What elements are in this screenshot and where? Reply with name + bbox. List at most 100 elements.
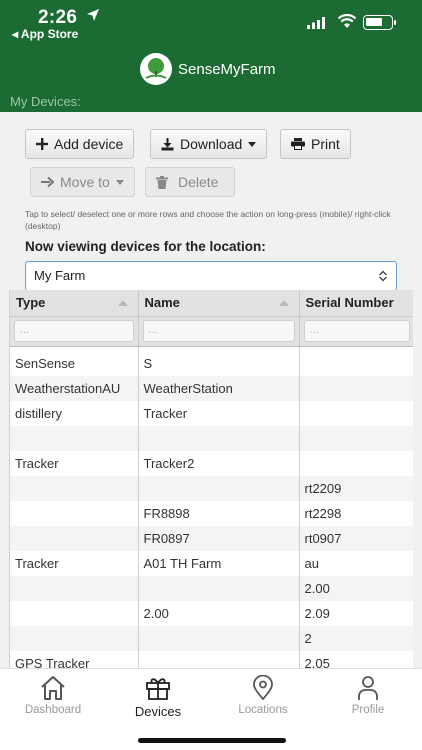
cell-type [10,626,139,651]
tab-dashboard[interactable]: Dashboard [3,675,103,716]
cell-name: WeatherStation [138,376,300,401]
cell-serial-number: rt2298 [299,501,413,526]
cell-name [138,426,300,451]
print-label: Print [311,136,340,152]
cell-name: FR8898 [138,501,300,526]
add-device-button[interactable]: Add device [25,129,135,159]
delete-button[interactable]: Delete [145,167,235,197]
download-label: Download [180,136,243,152]
devices-panel: Add device Download Print Move to Delete… [0,112,422,668]
tab-profile-label: Profile [351,704,385,716]
cell-serial-number [299,401,413,426]
print-button[interactable]: Print [280,129,351,159]
cell-type: WeatherstationAU [10,376,139,401]
printer-icon [291,138,305,150]
chevron-down-icon [115,179,124,185]
cell-serial-number: 2.09 [299,601,413,626]
home-icon [3,675,103,701]
battery-icon [363,15,396,30]
location-arrow-icon [86,8,100,27]
gift-icon [108,675,208,701]
add-device-label: Add device [54,136,124,152]
app-logo: SenseMyFarm [140,53,276,85]
cell-type: Tracker [10,551,139,576]
back-to-app-store[interactable]: ◂ App Store [12,27,78,41]
cell-type [10,601,139,626]
serial-filter-input[interactable]: ... [303,320,410,342]
location-selected-value: My Farm [34,268,86,283]
type-filter-input[interactable]: ... [14,320,134,342]
column-header-type[interactable]: Type [10,290,139,317]
download-button[interactable]: Download [150,129,268,159]
cell-serial-number: rt0907 [299,526,413,551]
table-row[interactable] [10,426,413,451]
cell-serial-number [299,351,413,376]
app-header: SenseMyFarm [0,46,422,92]
tab-locations-label: Locations [238,704,288,716]
cell-serial-number [299,451,413,476]
cell-type: Tracker [10,451,139,476]
trash-icon [156,175,168,189]
home-indicator [138,738,286,743]
table-row[interactable]: 2.00 [10,576,413,601]
location-select[interactable]: My Farm [25,261,397,291]
cell-serial-number: 2.05 [299,651,413,668]
arrow-right-icon [41,176,54,188]
location-pin-icon [213,675,313,701]
tree-logo-icon [140,53,172,85]
cellular-signal-icon [307,16,327,34]
cell-name [138,476,300,501]
table-row[interactable]: 2 [10,626,413,651]
chevron-down-icon [248,141,257,147]
cell-name [138,626,300,651]
table-row[interactable]: Tracker A01 TH Farm au [10,551,413,576]
cell-type [10,576,139,601]
sort-icon [278,300,289,306]
devices-table[interactable]: Type Name Serial Number ... ... ... SenS… [9,290,413,668]
tab-devices[interactable]: Devices [108,675,208,719]
cell-name: FR0897 [138,526,300,551]
tab-profile[interactable]: Profile [318,675,418,716]
select-arrows-icon [378,270,388,285]
download-icon [161,137,174,151]
cell-type: SenSense [10,351,139,376]
delete-label: Delete [178,174,219,190]
wifi-icon [337,13,357,34]
cell-type [10,501,139,526]
cell-serial-number: rt2209 [299,476,413,501]
table-row[interactable]: FR0897 rt0907 [10,526,413,551]
move-to-label: Move to [60,174,110,190]
cell-name [138,576,300,601]
table-row[interactable]: GPS Tracker 2.05 [10,651,413,668]
status-bar: 2:26 ◂ App Store [0,0,422,46]
table-row[interactable]: distillery Tracker [10,401,413,426]
cell-type [10,476,139,501]
section-header: My Devices: [0,92,422,112]
table-row[interactable]: 2.00 2.09 [10,601,413,626]
move-to-button[interactable]: Move to [30,167,135,197]
cell-name: Tracker [138,401,300,426]
table-row[interactable]: WeatherstationAU WeatherStation [10,376,413,401]
cell-name: S [138,351,300,376]
selection-hint: Tap to select/ deselect one or more rows… [25,209,391,231]
cell-serial-number: 2 [299,626,413,651]
table-row[interactable]: FR8898 rt2298 [10,501,413,526]
column-header-name[interactable]: Name [138,290,300,317]
location-label: Now viewing devices for the location: [25,239,266,254]
cell-type [10,526,139,551]
cell-name: A01 TH Farm [138,551,300,576]
cell-type [10,426,139,451]
cell-serial-number: 2.00 [299,576,413,601]
person-icon [318,675,418,701]
tab-locations[interactable]: Locations [213,675,313,716]
tab-devices-label: Devices [134,704,182,719]
tab-dashboard-label: Dashboard [24,704,82,716]
table-body: SenSense S WeatherstationAU WeatherStation d… [10,346,413,668]
table-row[interactable]: Tracker Tracker2 [10,451,413,476]
name-filter-input[interactable]: ... [142,320,295,342]
clock: 2:26 [38,7,78,28]
cell-name [138,651,300,668]
table-row[interactable]: rt2209 [10,476,413,501]
column-header-serial-number[interactable]: Serial Number [299,290,413,317]
table-row[interactable]: SenSense S [10,351,413,376]
